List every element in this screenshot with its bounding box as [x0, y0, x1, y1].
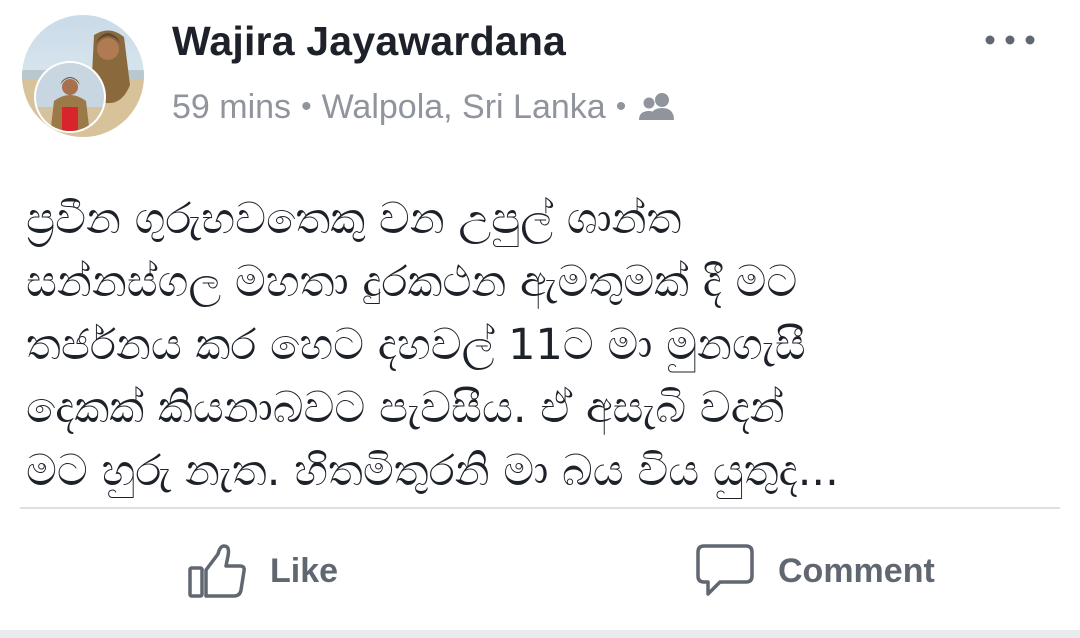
post-text-line: තර්ජනය කර හෙට දහවල් 11ට මා මුනගැසී — [26, 320, 806, 370]
comment-button[interactable]: Comment — [694, 538, 935, 604]
avatar-photo — [22, 15, 144, 137]
like-label: Like — [270, 551, 339, 590]
thumbs-up-icon — [188, 544, 246, 598]
more-options-button[interactable] — [978, 22, 1042, 58]
post-time[interactable]: 59 mins — [172, 88, 291, 127]
post-text: ප්‍රවීන ගුරුභවතෙකු වන උපුල් ශාන්ත සන්නස්… — [26, 188, 1066, 503]
author-avatar[interactable] — [22, 15, 144, 137]
post-text-line: ප්‍රවීන ගුරුභවතෙකු වන උපුල් ශාන්ත — [26, 194, 682, 244]
friends-icon[interactable] — [638, 92, 676, 122]
more-options-icon — [985, 35, 1035, 45]
facebook-post: Wajira Jayawardana 59 mins • Walpola, Sr… — [0, 0, 1080, 638]
author-name[interactable]: Wajira Jayawardana — [172, 18, 566, 65]
post-text-line: දෙකක් කියනාබවට පැවසීය. ඒ අසැබි වදන් — [26, 383, 785, 433]
meta-separator-2: • — [615, 90, 627, 123]
like-button[interactable]: Like — [186, 538, 338, 604]
post-text-line: සන්නස්ගල මහතා දුරකථන ඇමතුමක් දී මට — [26, 257, 798, 307]
comment-label: Comment — [778, 551, 935, 590]
post-location[interactable]: Walpola, Sri Lanka — [322, 88, 606, 127]
post-text-line: මට හුරු නැත. හිතමිතුරනි මා බය විය යුතුද.… — [26, 446, 839, 496]
actions-divider — [20, 507, 1060, 509]
feed-separator — [0, 630, 1080, 638]
comment-icon — [696, 544, 754, 596]
post-actions: Like Comment — [0, 510, 1080, 630]
meta-separator: • — [301, 90, 312, 123]
post-meta: 59 mins • Walpola, Sri Lanka • — [172, 84, 676, 130]
